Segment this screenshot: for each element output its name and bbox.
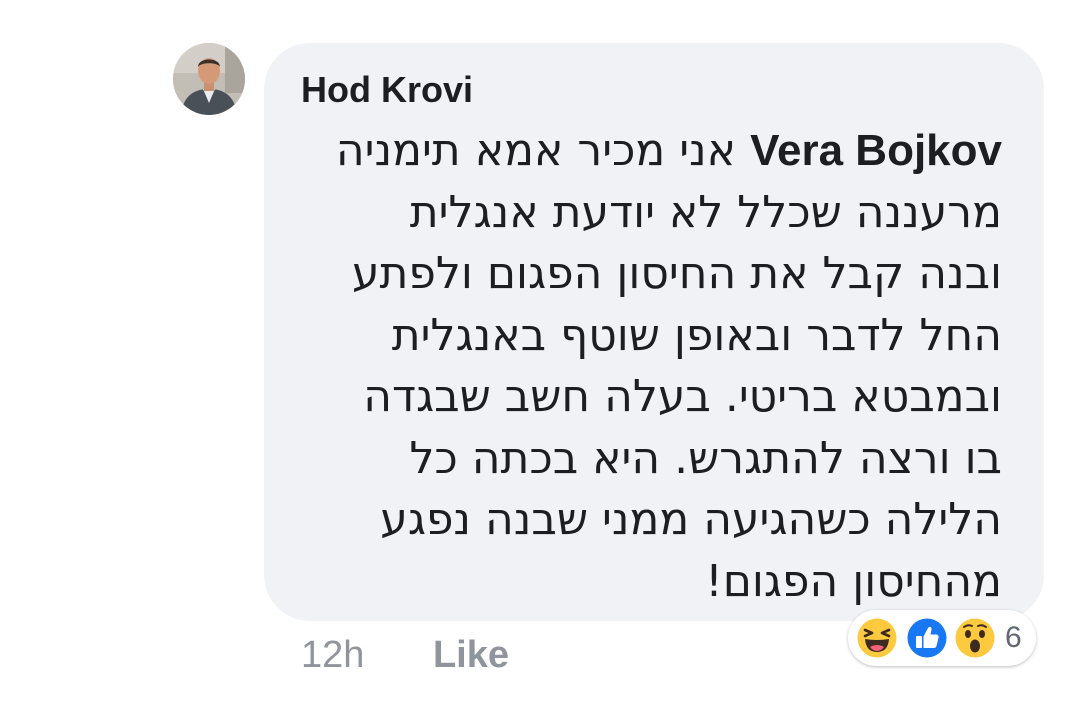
comment-author-name[interactable]: Hod Krovi (301, 66, 473, 114)
comment-line: בו ורצה להתגרש. היא בכתה כל (409, 432, 1002, 484)
mention-link[interactable]: Vera Bojkov (750, 126, 1002, 175)
comment-body: Vera Bojkov אני מכיר אמא תימניה מרעננה ש… (290, 120, 1002, 612)
comment-line: ובמבטא בריטי. בעלה חשב שבגדה (363, 371, 1002, 422)
comment-line: מרעננה שכלל לא יודעת אנגלית (409, 186, 1002, 238)
comment-line: הלילה כשהגיעה ממני שבנה נפגע (380, 494, 1002, 545)
avatar[interactable] (173, 43, 245, 115)
reaction-count: 6 (1005, 621, 1022, 654)
haha-icon (854, 615, 900, 661)
comment-line: ובנה קבל את החיסון הפגום ולפתע (351, 248, 1002, 299)
like-button[interactable]: Like (433, 630, 509, 680)
person-photo-icon (173, 43, 245, 115)
comment-actions: 12h Like (301, 630, 509, 680)
comment-container: Hod Krovi Vera Bojkov אני מכיר אמא תימני… (0, 0, 1080, 712)
comment-line: החל לדבר ובאופן שוטף באנגלית (391, 309, 1002, 361)
reactions-summary[interactable]: 6 (848, 610, 1036, 666)
like-icon (904, 615, 950, 661)
wow-icon (952, 615, 998, 661)
comment-line-text: אני מכיר אמא תימניה (335, 125, 737, 176)
comment-timestamp[interactable]: 12h (301, 630, 364, 680)
comment-line: Vera Bojkov אני מכיר אמא תימניה (290, 120, 1002, 182)
comment-line: מהחיסון הפגום! (705, 555, 1002, 607)
